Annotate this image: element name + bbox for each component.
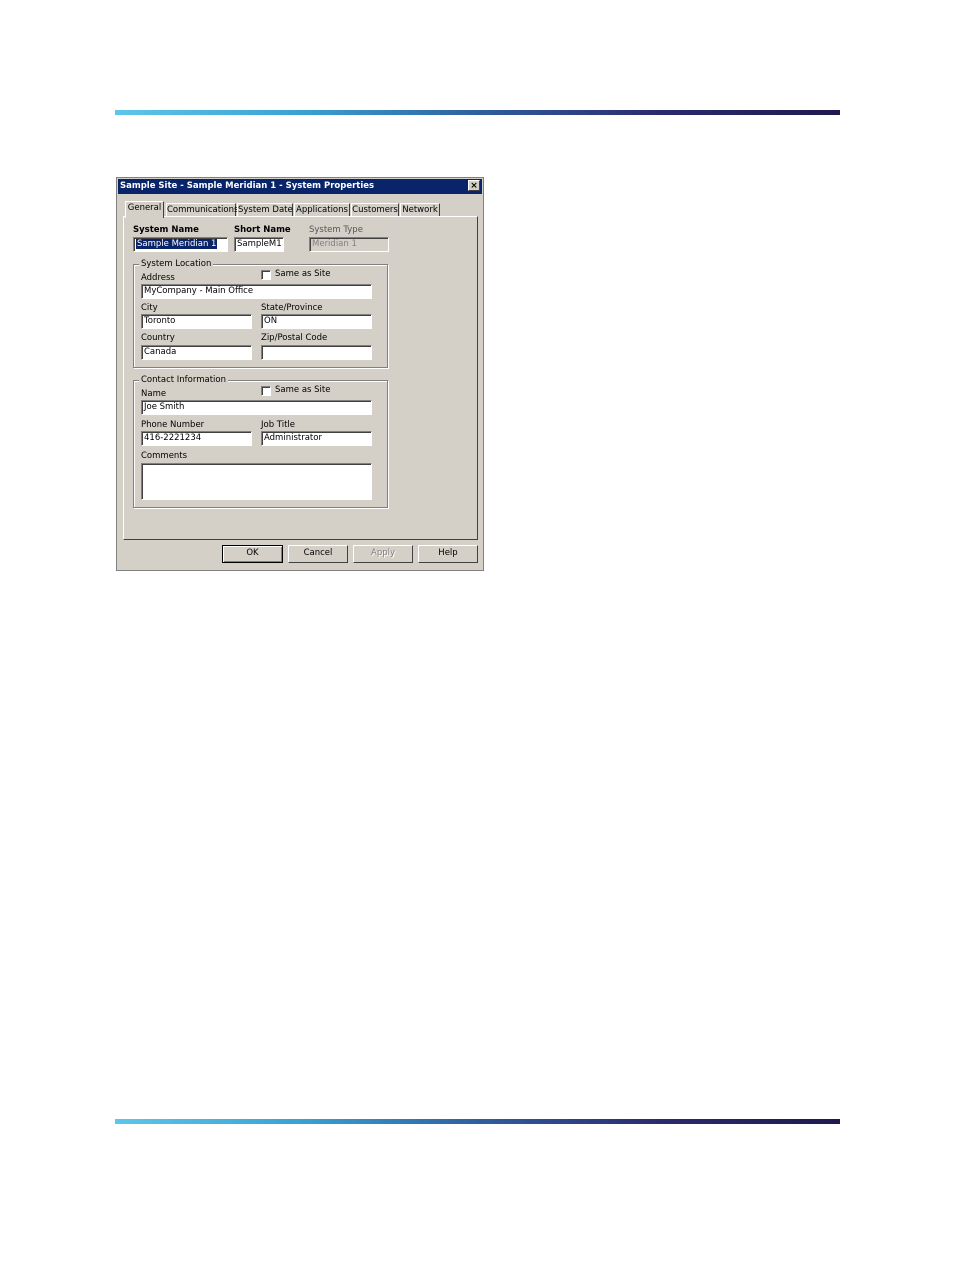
close-icon[interactable]: × bbox=[468, 180, 480, 191]
contact-name-label: Name bbox=[141, 389, 167, 399]
zip-field[interactable] bbox=[261, 345, 372, 360]
job-title-field[interactable]: Administrator bbox=[261, 431, 372, 446]
cancel-button[interactable]: Cancel bbox=[288, 545, 348, 563]
address-field[interactable]: MyCompany - Main Office bbox=[141, 284, 372, 299]
comments-textarea[interactable] bbox=[141, 463, 372, 500]
city-field[interactable]: Toronto bbox=[141, 314, 252, 329]
system-location-title: System Location bbox=[139, 259, 214, 269]
apply-button[interactable]: Apply bbox=[353, 545, 413, 563]
system-name-label: System Name bbox=[133, 225, 199, 235]
contact-information-title: Contact Information bbox=[139, 375, 228, 385]
help-button[interactable]: Help bbox=[418, 545, 478, 563]
contact-name-field[interactable]: Joe Smith bbox=[141, 400, 372, 415]
tab-applications[interactable]: Applications bbox=[294, 203, 350, 217]
short-name-field[interactable]: SampleM1 bbox=[234, 237, 284, 252]
system-name-field[interactable]: Sample Meridian 1 bbox=[133, 237, 228, 252]
address-label: Address bbox=[141, 273, 175, 283]
system-type-field: Meridian 1 bbox=[309, 237, 389, 252]
tab-communications[interactable]: Communications bbox=[166, 203, 238, 217]
tab-system-date[interactable]: System Date bbox=[237, 203, 293, 217]
phone-number-label: Phone Number bbox=[141, 420, 205, 430]
state-field[interactable]: ON bbox=[261, 314, 372, 329]
job-title-label: Job Title bbox=[261, 420, 296, 430]
state-label: State/Province bbox=[261, 303, 323, 313]
short-name-label: Short Name bbox=[234, 225, 291, 235]
system-name-value: Sample Meridian 1 bbox=[136, 239, 218, 249]
general-tab-panel: System Name Sample Meridian 1 Short Name… bbox=[123, 216, 478, 540]
zip-label: Zip/Postal Code bbox=[261, 333, 328, 343]
header-rule bbox=[115, 110, 840, 115]
location-same-as-site-checkbox[interactable] bbox=[261, 270, 271, 280]
tab-customers[interactable]: Customers bbox=[351, 203, 399, 217]
country-label: Country bbox=[141, 333, 175, 343]
dialog-titlebar: Sample Site - Sample Meridian 1 - System… bbox=[118, 179, 482, 194]
system-location-group: System Location Same as Site Address MyC… bbox=[133, 259, 388, 368]
location-same-as-site-label: Same as Site bbox=[275, 269, 331, 279]
contact-information-group: Contact Information Same as Site Name Jo… bbox=[133, 375, 388, 508]
tab-network[interactable]: Network bbox=[400, 203, 440, 217]
system-properties-dialog: Sample Site - Sample Meridian 1 - System… bbox=[116, 177, 484, 571]
city-label: City bbox=[141, 303, 158, 313]
system-type-label: System Type bbox=[309, 225, 363, 235]
dialog-title: Sample Site - Sample Meridian 1 - System… bbox=[120, 181, 375, 191]
comments-label: Comments bbox=[141, 451, 188, 461]
contact-same-as-site-checkbox[interactable] bbox=[261, 386, 271, 396]
contact-same-as-site-label: Same as Site bbox=[275, 385, 331, 395]
ok-button[interactable]: OK bbox=[222, 545, 283, 563]
phone-number-field[interactable]: 416-2221234 bbox=[141, 431, 252, 446]
tab-general[interactable]: General bbox=[125, 201, 164, 218]
footer-rule bbox=[115, 1119, 840, 1124]
country-field[interactable]: Canada bbox=[141, 345, 252, 360]
